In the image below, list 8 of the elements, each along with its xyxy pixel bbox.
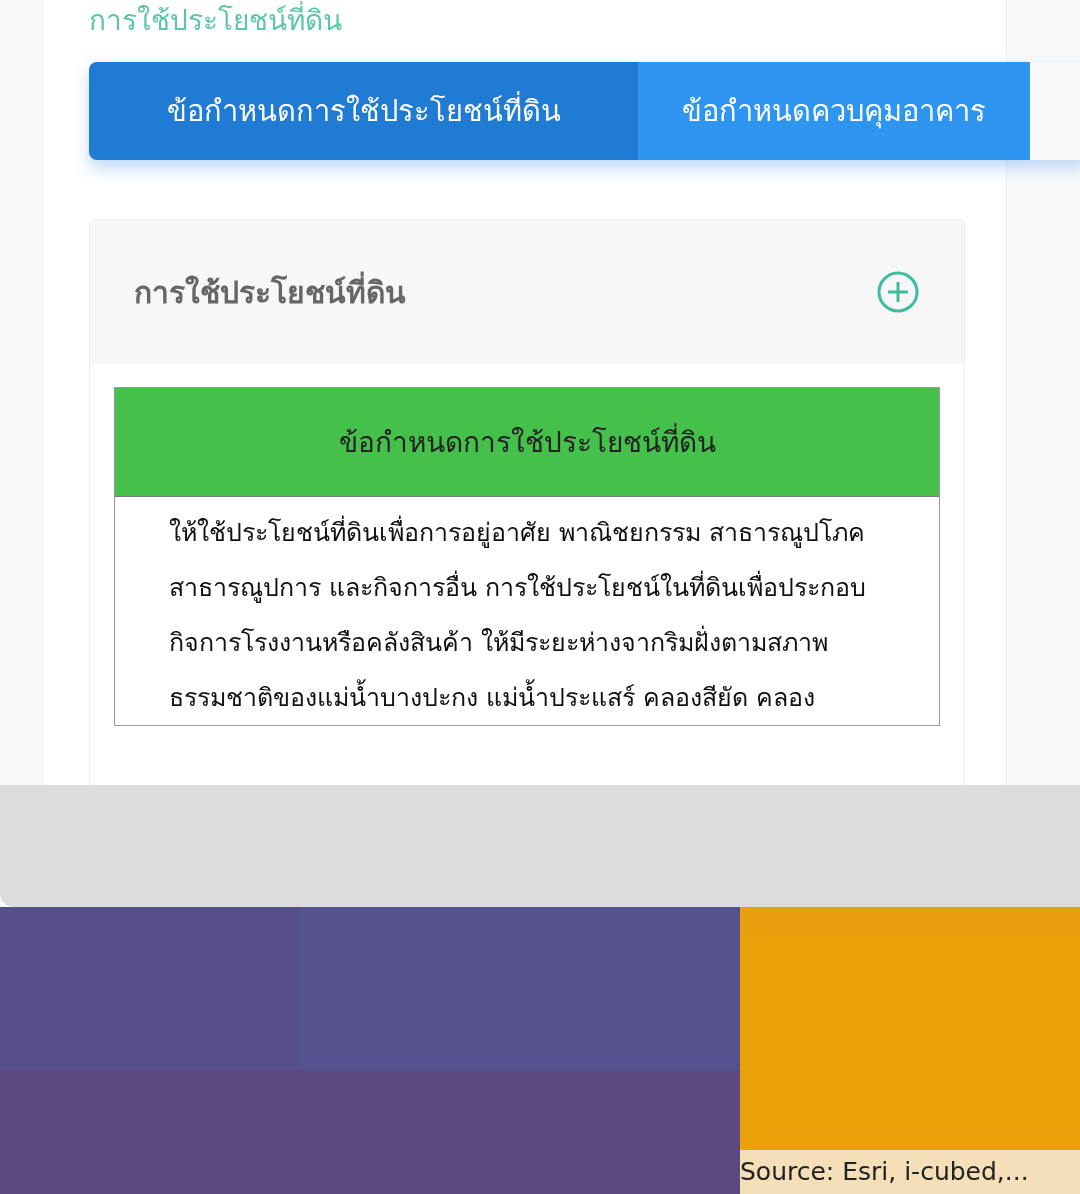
page-title: การใช้ประโยชน์ที่ดิน xyxy=(89,0,1006,62)
table-cell: ให้ใช้ประโยชน์ที่ดินเพื่อการอยู่อาศัย พาณิชยกรรม สาธารณูปโภค สาธารณูปการ และกิจการอื่น การใช้ประโยชน์ในที่ดินเพื่อประกอบกิจการโรงงานหรือคลังสินค้า ให้มีระยะห่างจากริมฝั่งตามสภาพธรรมชาติของแม่น้ำบางปะกง แม่น้ำประแสร์ คลองสียัด คลอง xyxy=(115,497,939,725)
tab[interactable]: ข้อกำหนดการใช้ประโยชน์ที่ดิน xyxy=(89,62,638,160)
card-title: การใช้ประโยชน์ที่ดิน xyxy=(134,268,406,316)
table-header: ข้อกำหนดการใช้ประโยชน์ที่ดิน xyxy=(115,388,939,497)
add-icon[interactable] xyxy=(876,270,920,314)
map-attribution: Source: Esri, i-cubed,... xyxy=(740,1150,1080,1194)
tab[interactable]: ข้อกำหนดควบคุมอาคาร xyxy=(638,62,1030,160)
